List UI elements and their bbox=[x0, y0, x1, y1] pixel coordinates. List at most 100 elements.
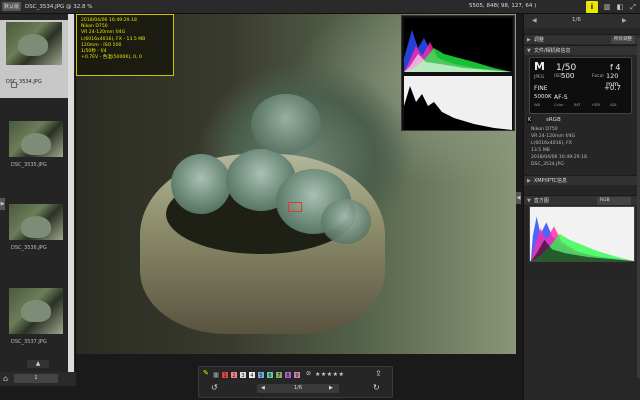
thumbnail-label: DSC_3537.JPG bbox=[11, 339, 47, 345]
rotate-left-icon[interactable]: ↺ bbox=[211, 383, 218, 392]
rgb-histogram bbox=[404, 18, 512, 72]
upload-icon[interactable]: ⇪ bbox=[375, 369, 382, 378]
histogram-channel-select[interactable]: RGB bbox=[597, 197, 631, 205]
section-xmp-header[interactable]: ▶ XMP/IPTC信息 bbox=[524, 175, 640, 185]
shooting-info-overlay: 2018/04/06 16:49:29.18 Nikon D750 VR 24-… bbox=[76, 14, 174, 76]
image-counter: 1/6 bbox=[293, 385, 303, 391]
layout-button[interactable]: ▥ bbox=[601, 1, 613, 13]
label-chip[interactable]: 8 bbox=[284, 371, 292, 379]
exposure-mode: M bbox=[534, 60, 545, 73]
section-histogram-header[interactable]: ▼ 直方图 RGB bbox=[524, 195, 640, 205]
format-label: JPEG bbox=[534, 75, 545, 80]
collapse-arrow-icon: ▼ bbox=[527, 47, 531, 54]
info-icon: i bbox=[590, 3, 594, 11]
info-toggle-button[interactable]: i bbox=[586, 1, 598, 13]
filmstrip-collapse-toggle[interactable]: ▶ bbox=[0, 198, 5, 210]
label-chip[interactable]: 9 bbox=[293, 371, 301, 379]
panel-empty-area bbox=[524, 280, 640, 400]
label-chip[interactable]: 2 bbox=[230, 371, 238, 379]
panel-image-counter: 1/6 bbox=[572, 17, 581, 23]
label-chip[interactable]: 6 bbox=[266, 371, 274, 379]
version-tag[interactable]: 默认版 bbox=[2, 2, 22, 11]
page-number-field[interactable]: 1 bbox=[14, 374, 58, 383]
photo-succulent bbox=[171, 154, 231, 214]
expand-arrow-icon: ▶ bbox=[527, 177, 531, 184]
meta-line: Nikon D750 bbox=[531, 127, 558, 132]
section-title: 直方图 bbox=[533, 198, 549, 204]
wb-readout: 5000K bbox=[534, 94, 552, 100]
fullscreen-icon: ⤢ bbox=[630, 2, 636, 11]
image-quality: FINE bbox=[534, 85, 548, 92]
panel-header: ◀ 1/6 ▶ bbox=[524, 14, 640, 28]
panel-collapse-toggle[interactable]: ◀ bbox=[516, 192, 521, 204]
panel-icon: ◧ bbox=[616, 3, 624, 11]
af-mode: AF-S bbox=[554, 94, 568, 101]
thumbnail-item[interactable]: DSC_3536.JPG bbox=[5, 204, 67, 251]
wb-label: WB bbox=[534, 103, 541, 107]
filmstrip-scrollbar[interactable] bbox=[68, 14, 74, 386]
thumbnail-image bbox=[9, 204, 63, 240]
file-icon bbox=[11, 82, 17, 88]
iso-value: 500 bbox=[561, 72, 575, 80]
bkt-label: BKT bbox=[574, 103, 581, 107]
image-viewer[interactable]: 2018/04/06 16:49:29.18 Nikon D750 VR 24-… bbox=[76, 14, 516, 354]
label-chip-zero[interactable]: 0 bbox=[212, 371, 220, 379]
panel-next-button[interactable]: ▶ bbox=[622, 17, 627, 24]
section-title: 调整 bbox=[533, 37, 544, 43]
photo-succulent bbox=[321, 199, 371, 244]
meta-line: 2018/04/06 16:49:29.18 bbox=[531, 155, 587, 160]
colorspace-value: sRGB bbox=[546, 117, 561, 123]
window-title: DSC_3534.JPG @ 32.8 % bbox=[25, 3, 93, 10]
adjust-filter-select[interactable]: 所有调整 bbox=[611, 36, 635, 44]
label-chip[interactable]: 1 bbox=[221, 371, 229, 379]
star-rating[interactable]: ★★★★★ bbox=[315, 371, 344, 378]
info-line: +0.7EV - 色温(5000K), 0, 0 bbox=[81, 55, 142, 61]
rotate-right-icon[interactable]: ↻ bbox=[373, 383, 380, 392]
right-panel: ◀ 1/6 ▶ ▶ 调整 所有调整 ▼ 文件/相机和信息 M 1/50 f 4 … bbox=[523, 14, 640, 400]
focal-label: Focal bbox=[592, 74, 604, 79]
bottom-area: ✎ 0 1 2 3 4 5 6 7 8 9 ⊘ ★★★★★ ⇪ ↺ ◀ 1/6 … bbox=[76, 354, 516, 400]
thumbnail-image bbox=[6, 22, 62, 65]
collapse-arrow-icon: ▼ bbox=[527, 197, 531, 204]
thumbnail-label: DSC_3536.JPG bbox=[11, 245, 47, 251]
section-title: XMP/IPTC信息 bbox=[533, 178, 568, 184]
expand-arrow-icon: ▶ bbox=[527, 36, 531, 43]
meta-line: DSC_3534.JPG bbox=[531, 162, 564, 167]
filmstrip-footer: ▲ ⌂ 1 bbox=[0, 360, 76, 386]
pin-icon[interactable]: ✎ bbox=[203, 369, 209, 377]
label-chip[interactable]: 4 bbox=[248, 371, 256, 379]
hdr-label: HDR bbox=[592, 103, 600, 107]
section-adjust-header[interactable]: ▶ 调整 所有调整 bbox=[524, 34, 640, 44]
colorspace-badge-icon: K bbox=[527, 117, 533, 123]
meta-line: VR 24-120mm f/4G bbox=[531, 134, 576, 139]
camera-settings-display: M 1/50 f 4 JPEG ISO 500 Focal 120 mm FIN… bbox=[529, 57, 632, 114]
label-chip[interactable]: 5 bbox=[257, 371, 265, 379]
panel-button[interactable]: ◧ bbox=[614, 1, 626, 13]
image-navigator[interactable]: ◀ 1/6 ▶ bbox=[257, 384, 339, 393]
meta-line: 13.5 MB bbox=[531, 148, 550, 153]
thumbnail-item[interactable]: DSC_3534.JPG bbox=[0, 20, 68, 98]
meta-line: L(6016x4016), FX bbox=[531, 141, 572, 146]
adl-label: ADL bbox=[610, 103, 618, 107]
fullscreen-button[interactable]: ⤢ bbox=[627, 1, 639, 13]
focus-point-box bbox=[288, 202, 302, 212]
scroll-up-button[interactable]: ▲ bbox=[27, 360, 49, 368]
home-icon[interactable]: ⌂ bbox=[3, 374, 12, 383]
top-bar: 默认版 DSC_3534.JPG @ 32.8 % 5505, 848( 98,… bbox=[0, 0, 640, 14]
filmstrip: DSC_3534.JPG DSC_3535.JPG DSC_3536.JPG D… bbox=[0, 14, 76, 386]
thumbnail-image bbox=[9, 121, 63, 157]
layout-icon: ▥ bbox=[603, 3, 611, 11]
thumbnail-label: DSC_3535.JPG bbox=[11, 162, 47, 168]
label-chip[interactable]: 7 bbox=[275, 371, 283, 379]
label-chip[interactable]: 3 bbox=[239, 371, 247, 379]
reject-icon[interactable]: ⊘ bbox=[306, 370, 311, 377]
thumbnail-item[interactable]: DSC_3535.JPG bbox=[5, 121, 67, 168]
thumbnail-item[interactable]: DSC_3537.JPG bbox=[5, 288, 67, 345]
section-title: 文件/相机和信息 bbox=[533, 48, 571, 54]
section-file-info-header[interactable]: ▼ 文件/相机和信息 bbox=[524, 45, 640, 55]
histogram-overlay bbox=[401, 15, 515, 131]
next-image-button[interactable]: ▶ bbox=[329, 385, 333, 391]
pixel-coordinate-readout: 5505, 848( 98, 127, 64 ) bbox=[469, 3, 537, 9]
panel-prev-button[interactable]: ◀ bbox=[532, 17, 537, 24]
aperture: f 4 bbox=[610, 63, 621, 72]
